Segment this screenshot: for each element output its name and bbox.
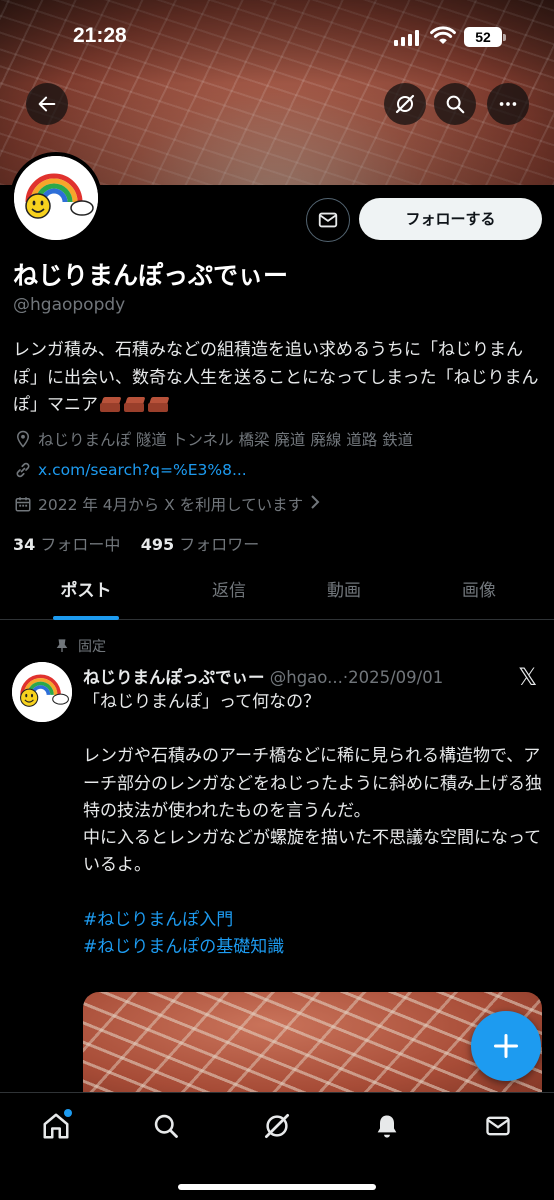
- post-header: ねじりまんぽっぷでぃー @hgao...·2025/09/01: [83, 664, 503, 688]
- battery-level: 52: [475, 29, 491, 45]
- post-author-name[interactable]: ねじりまんぽっぷでぃー: [83, 668, 265, 687]
- cellular-signal-icon: [394, 30, 420, 46]
- tab-images[interactable]: 画像: [429, 566, 529, 620]
- wifi-icon: [430, 26, 456, 44]
- profile-avatar[interactable]: [10, 152, 102, 244]
- following-label: フォロー中: [40, 535, 121, 554]
- calendar-icon: [13, 494, 33, 514]
- profile-tabs: ポスト 返信 動画 画像: [0, 566, 554, 620]
- plus-icon: [493, 1033, 519, 1059]
- post-line: [83, 716, 543, 743]
- link-icon: [13, 460, 33, 480]
- pinned-indicator: 固定: [54, 636, 106, 656]
- pin-icon: [56, 639, 68, 652]
- post-author-handle[interactable]: @hgao...: [270, 668, 343, 687]
- search-button[interactable]: [434, 83, 476, 125]
- location-pin-icon: [13, 429, 33, 449]
- brick-emoji-icon: [124, 395, 146, 413]
- post-date[interactable]: 2025/09/01: [348, 668, 443, 687]
- follow-button[interactable]: フォローする: [359, 198, 542, 240]
- more-button[interactable]: [487, 83, 529, 125]
- hashtag-link[interactable]: #ねじりまんぽ入門: [83, 907, 543, 934]
- compose-button[interactable]: [471, 1011, 541, 1081]
- status-time: 21:28: [73, 24, 127, 47]
- nav-grok[interactable]: [257, 1109, 297, 1143]
- post-line: [83, 880, 543, 907]
- notification-dot: [64, 1109, 72, 1117]
- profile-handle: @hgaopopdy: [13, 295, 126, 315]
- post-line: 中に入るとレンガなどが螺旋を描いた不思議な空間になっているよ。: [83, 828, 542, 876]
- following-link[interactable]: 34 フォロー中: [13, 535, 120, 554]
- battery-indicator: 52: [464, 27, 506, 47]
- location-text: ねじりまんぽ 隧道 トンネル 橋梁 廃道 廃線 道路 鉄道: [38, 431, 414, 449]
- followers-link[interactable]: 495 フォロワー: [141, 535, 260, 554]
- more-icon: [499, 102, 517, 106]
- profile-url-link[interactable]: x.com/search?q=%E3%8...: [38, 461, 247, 479]
- rainbow-smiley-avatar-image: [12, 662, 72, 722]
- hashtag-link[interactable]: #ねじりまんぽの基礎知識: [83, 934, 543, 961]
- grok-icon: [265, 1114, 289, 1138]
- brick-emoji-icon: [100, 395, 122, 413]
- follow-counts: 34 フォロー中 495 フォロワー: [13, 531, 259, 555]
- search-icon: [154, 1114, 178, 1138]
- nav-notifications[interactable]: [367, 1109, 407, 1143]
- followers-label: フォロワー: [179, 535, 260, 554]
- post-line: レンガや石積みのアーチ橋などに稀に見られる構造物で、アーチ部分のレンガなどをねじ…: [83, 746, 542, 821]
- back-button[interactable]: [26, 83, 68, 125]
- tab-videos[interactable]: 動画: [294, 566, 394, 620]
- profile-joined-row[interactable]: 2022 年 4月から X を利用しています: [13, 493, 321, 515]
- status-bar: 21:28 52: [0, 22, 554, 52]
- rainbow-smiley-avatar-image: [14, 156, 98, 240]
- search-icon: [446, 95, 465, 114]
- nav-home[interactable]: [36, 1109, 76, 1143]
- profile-url-row: x.com/search?q=%E3%8...: [13, 460, 247, 480]
- mail-icon: [318, 212, 338, 228]
- nav-messages[interactable]: [478, 1109, 518, 1143]
- bio-text: レンガ積み、石積みなどの組積造を追い求めるうちに「ねじりまんぽ」に出会い、数奇な…: [13, 340, 539, 415]
- grok-icon: [395, 94, 415, 114]
- post-author-avatar[interactable]: [12, 662, 72, 722]
- brick-emoji-icon: [148, 395, 170, 413]
- x-logo-icon[interactable]: 𝕏: [518, 663, 537, 691]
- mail-icon: [486, 1116, 510, 1136]
- grok-button[interactable]: [384, 83, 426, 125]
- post-body: 「ねじりまんぽ」って何なの？ レンガや石積みのアーチ橋などに稀に見られる構造物で…: [83, 689, 543, 961]
- pinned-label: 固定: [78, 639, 106, 655]
- nav-search[interactable]: [146, 1109, 186, 1143]
- profile-display-name: ねじりまんぽっぷでぃー: [13, 261, 289, 290]
- profile-location: ねじりまんぽ 隧道 トンネル 橋梁 廃道 廃線 道路 鉄道: [13, 428, 413, 450]
- following-count: 34: [13, 535, 36, 554]
- message-button[interactable]: [306, 198, 350, 242]
- arrow-left-icon: [38, 96, 56, 112]
- post-line: 「ねじりまんぽ」って何なの？: [83, 692, 321, 712]
- profile-bio: レンガ積み、石積みなどの組積造を追い求めるうちに「ねじりまんぽ」に出会い、数奇な…: [13, 337, 543, 420]
- tab-replies[interactable]: 返信: [179, 566, 279, 620]
- followers-count: 495: [140, 535, 175, 554]
- joined-text: 2022 年 4月から X を利用しています: [38, 496, 304, 514]
- bell-icon: [377, 1115, 397, 1138]
- chevron-right-icon: [309, 495, 321, 513]
- tab-posts[interactable]: ポスト: [36, 566, 136, 620]
- home-indicator: [178, 1184, 376, 1190]
